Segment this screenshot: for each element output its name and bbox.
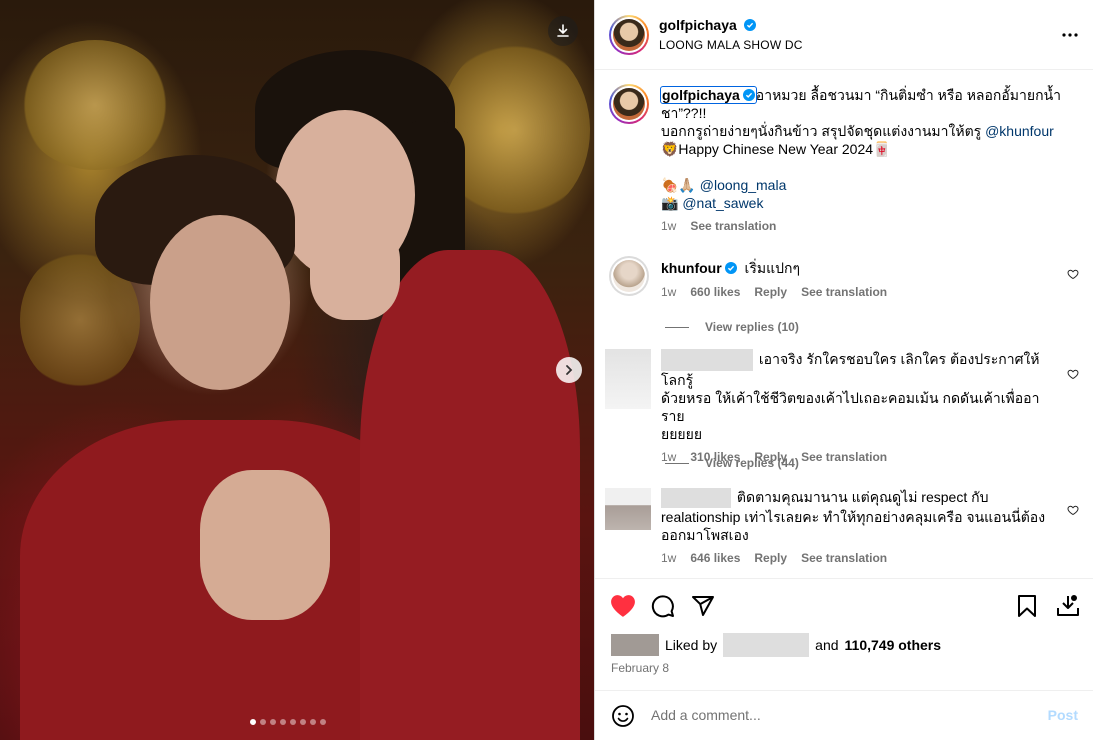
photo-red-garment: [360, 250, 580, 740]
replies-divider: [665, 326, 689, 328]
comment-time[interactable]: 1w: [661, 285, 676, 299]
comment-text: ติดตามคุณมานาน แต่คุณดูไม่ respect กับ: [736, 489, 989, 505]
caption-time[interactable]: 1w: [661, 219, 676, 233]
comments-section[interactable]: golfpichaya อาหมวย ลื้อชวนมา “กินติ่มซำ ห…: [595, 71, 1093, 578]
reply-button[interactable]: Reply: [754, 285, 787, 299]
post-media[interactable]: [0, 0, 594, 740]
download-icon: [557, 24, 569, 37]
avatar[interactable]: [605, 349, 651, 409]
see-translation-button[interactable]: See translation: [690, 219, 776, 233]
heart-filled-icon[interactable]: [610, 594, 636, 618]
more-options-icon[interactable]: [1061, 26, 1079, 44]
comment-username[interactable]: khunfour: [661, 260, 722, 276]
caption-text-line: ชา”??!!: [661, 105, 707, 121]
next-slide-button[interactable]: [556, 357, 582, 383]
carousel-dot: [250, 719, 256, 725]
avatar[interactable]: [609, 84, 649, 124]
redacted-username[interactable]: [661, 488, 731, 509]
avatar-image: [613, 19, 645, 51]
carousel-dot: [320, 719, 326, 725]
likes-summary[interactable]: Liked by and 110,749 others: [611, 633, 941, 657]
photo-hand: [200, 470, 330, 620]
photo-hand: [310, 220, 400, 320]
photo-gold-ornament: [20, 40, 170, 170]
emoji-text: 🍖🙏🏼: [661, 177, 700, 193]
post-side-panel: golfpichaya LOONG MALA SHOW DC golfpicha…: [594, 0, 1093, 740]
replies-divider: [665, 462, 689, 464]
post-author-username[interactable]: golfpichaya: [659, 17, 737, 33]
comment-text: realationship เท่าไรเลยคะ ทำให้ทุกอย่างค…: [661, 509, 1046, 526]
avatar[interactable]: [609, 15, 649, 55]
carousel-dot: [310, 719, 316, 725]
post-header: golfpichaya LOONG MALA SHOW DC: [595, 0, 1093, 70]
carousel-indicator: [250, 719, 326, 725]
redacted-liker-username[interactable]: [723, 633, 810, 657]
mention-link[interactable]: @nat_sawek: [682, 195, 763, 211]
chevron-right-icon: [566, 365, 573, 375]
verified-badge-icon: [742, 89, 755, 101]
emoji-text: 📸: [661, 195, 683, 211]
avatar[interactable]: [609, 256, 649, 296]
post-comment-button[interactable]: Post: [1048, 707, 1078, 723]
carousel-dot: [260, 719, 266, 725]
mention-link[interactable]: @khunfour: [985, 123, 1054, 139]
download-button[interactable]: [548, 16, 578, 46]
avatar[interactable]: [605, 488, 651, 530]
verified-badge-icon: [724, 262, 737, 274]
comment-likes[interactable]: 646 likes: [690, 551, 740, 565]
see-translation-button[interactable]: See translation: [801, 285, 887, 299]
photo-face-man: [150, 215, 290, 390]
comment-input[interactable]: Add a comment...: [651, 707, 761, 723]
post-date[interactable]: February 8: [611, 661, 669, 675]
mention-link[interactable]: @loong_mala: [700, 177, 787, 193]
avatar-image: [613, 88, 645, 120]
comment-time[interactable]: 1w: [661, 551, 676, 565]
like-comment-icon[interactable]: [1067, 268, 1079, 280]
comment-icon[interactable]: [651, 594, 675, 618]
verified-badge-icon: [743, 19, 756, 31]
caption-text-line: 🦁Happy Chinese New Year 2024🀄: [661, 141, 891, 157]
emoji-icon[interactable]: [611, 704, 635, 728]
comment-text: เริ่มแปกๆ: [744, 260, 800, 276]
avatar-image: [613, 260, 645, 292]
add-comment-bar: Add a comment... Post: [595, 690, 1093, 740]
like-comment-icon[interactable]: [1067, 368, 1079, 380]
caption-text-line: อาหมวย ลื้อชวนมา “กินติ่มซำ หรือ หลอกอั้…: [755, 87, 1062, 103]
caption-username[interactable]: golfpichaya: [660, 86, 757, 104]
post-actions: Liked by and 110,749 others February 8: [595, 578, 1093, 690]
share-icon[interactable]: [691, 594, 715, 618]
liker-avatar[interactable]: [611, 634, 659, 656]
redacted-username[interactable]: [661, 349, 753, 371]
and-label: and: [815, 637, 839, 653]
bookmark-icon[interactable]: [1016, 594, 1038, 618]
comment-text: ยยยยย: [661, 426, 703, 442]
carousel-dot: [280, 719, 286, 725]
comment-text: ออกมาโพสเอง: [661, 527, 749, 544]
post-location[interactable]: LOONG MALA SHOW DC: [659, 38, 803, 52]
carousel-dot: [290, 719, 296, 725]
liked-by-label: Liked by: [665, 637, 718, 653]
see-translation-button[interactable]: See translation: [801, 551, 887, 565]
comment-likes[interactable]: 660 likes: [690, 285, 740, 299]
like-comment-icon[interactable]: [1067, 504, 1079, 516]
comment-text: ด้วยหรอ ให้เค้าใช้ชีวิตของเค้าไปเถอะคอมเ…: [661, 390, 1040, 424]
view-replies-button[interactable]: View replies (10): [665, 320, 799, 334]
carousel-dot: [270, 719, 276, 725]
save-download-icon[interactable]: [1056, 594, 1080, 618]
reply-button[interactable]: Reply: [754, 551, 787, 565]
see-translation-button[interactable]: See translation: [801, 450, 887, 464]
view-replies-button[interactable]: View replies (44): [665, 456, 799, 470]
caption-text-line: บอกกรูถ่ายง่ายๆนั่งกินข้าว สรุปจัดชุดแต่…: [661, 123, 986, 139]
likes-count[interactable]: 110,749 others: [845, 637, 942, 653]
carousel-dot: [300, 719, 306, 725]
